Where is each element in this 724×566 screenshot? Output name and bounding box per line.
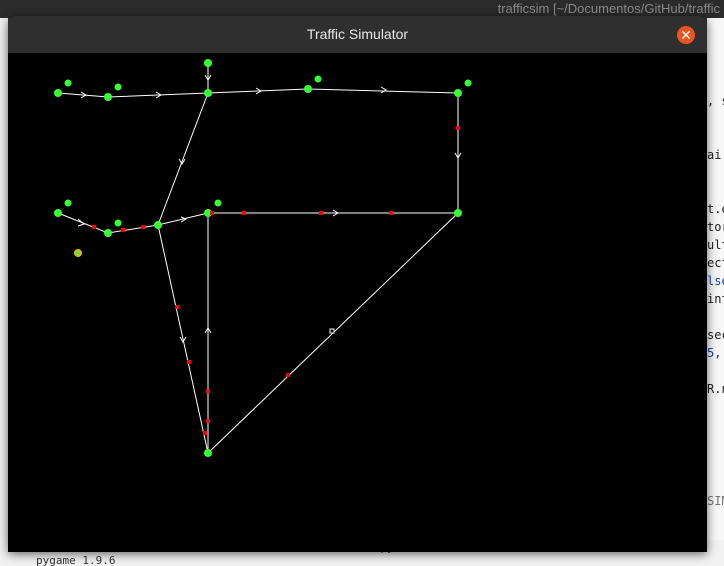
console-line: pygame 1.9.6 [36,554,116,566]
direction-arrows [77,74,462,343]
node-marker [314,75,322,83]
code-fragment: 5, [707,346,722,360]
window-title: Traffic Simulator [306,26,409,42]
vehicle [456,126,460,130]
node-marker [214,199,222,207]
node-marker [64,199,72,207]
code-fragment: int [707,292,724,306]
background-editor-left-edge [0,18,8,558]
node[interactable] [454,89,462,97]
node[interactable] [104,229,112,237]
code-fragment: SIM [707,494,724,508]
arrow-icon [380,86,387,94]
code-fragment: ult [707,238,724,252]
nodes [54,59,472,457]
traffic-simulator-window: Traffic Simulator ✕ [8,16,707,552]
vehicle [141,225,145,229]
node[interactable] [204,59,212,67]
close-icon: ✕ [680,27,692,43]
code-fragment: tor [707,220,724,234]
simulation-canvas[interactable] [8,53,707,552]
code-fragment: sec [707,328,724,342]
vehicle [242,211,246,215]
vehicles [92,126,460,435]
node-marker [464,79,472,87]
node-marker [64,79,72,87]
code-fragment: , s [707,94,724,108]
vehicle [175,305,179,309]
vehicle [206,389,210,393]
vehicle [319,211,323,215]
node[interactable] [304,85,312,93]
vehicle [286,373,290,377]
node[interactable] [154,221,162,229]
node[interactable] [104,93,112,101]
code-fragment: lse [707,274,724,288]
vehicle [389,211,393,215]
background-editor-right-edge: , s ai t.e tor ult ect lse int sec 5, R.… [707,18,724,548]
code-fragment: ai [707,148,722,162]
vehicle [206,419,210,423]
node[interactable] [454,209,462,217]
node-marker [114,219,122,227]
vehicle [187,360,191,364]
road-diagonal-upper [157,92,209,226]
roads [57,63,459,454]
code-fragment: t.e [707,202,724,216]
node[interactable] [54,89,62,97]
node-marker [114,83,122,91]
node[interactable] [204,89,212,97]
special-node[interactable] [74,249,82,257]
vehicle [121,228,125,232]
road-diagonal-lower [157,224,209,454]
node[interactable] [54,209,62,217]
selection-marker [329,328,335,334]
node[interactable] [204,449,212,457]
close-button[interactable]: ✕ [677,26,695,44]
window-titlebar[interactable]: Traffic Simulator ✕ [8,16,707,54]
vehicle [210,211,214,215]
vehicle [92,225,96,229]
vehicle [203,431,207,435]
road-network-svg [54,59,472,457]
code-fragment: ect [707,256,724,270]
code-fragment: R.n [707,382,724,396]
